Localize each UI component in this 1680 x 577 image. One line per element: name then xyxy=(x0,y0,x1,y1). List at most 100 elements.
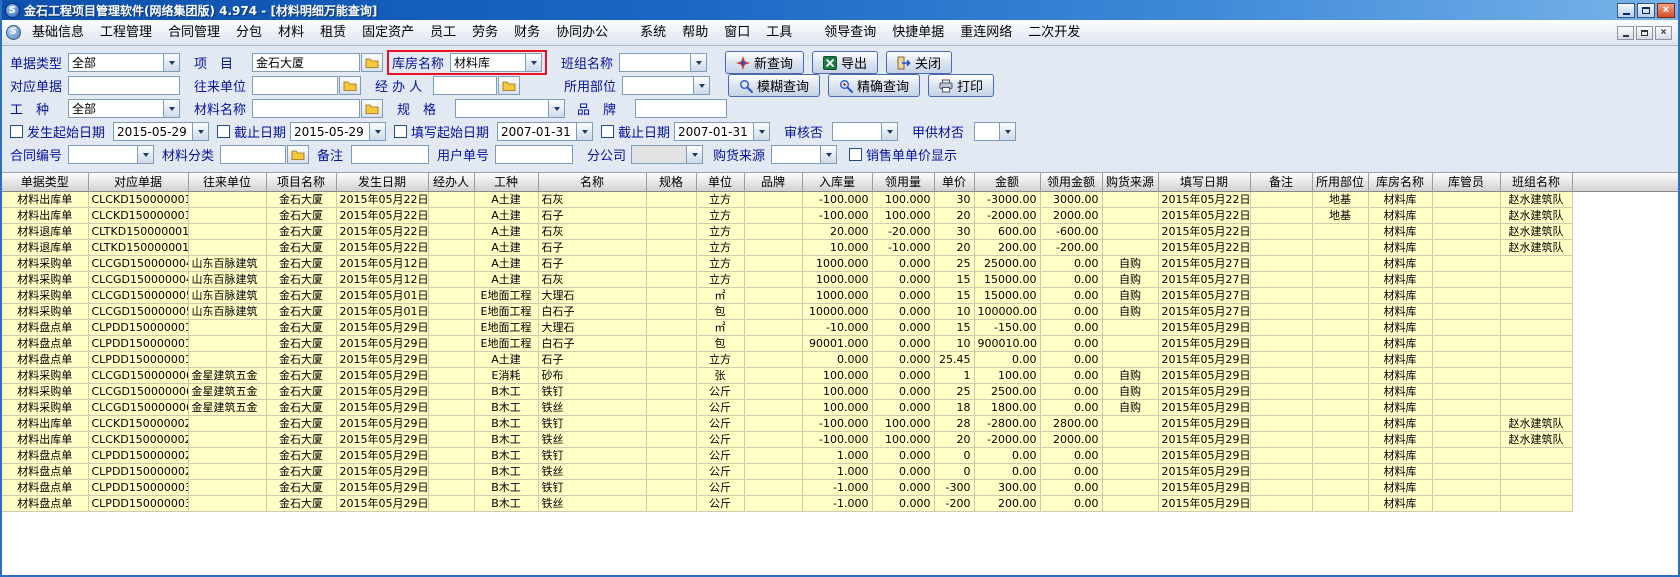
table-row[interactable]: 材料采购单CLCGD150000005山东百脉建筑金石大厦2015年05月01日… xyxy=(2,287,1678,303)
occur-end-checkbox[interactable] xyxy=(217,125,230,138)
material-category-input[interactable] xyxy=(220,145,286,164)
occur-start-date[interactable]: 2015-05-29 xyxy=(113,122,209,141)
user-doc-no-input[interactable] xyxy=(495,145,573,164)
column-header[interactable]: 库房名称 xyxy=(1368,173,1432,191)
child-minimize-button[interactable] xyxy=(1617,26,1634,40)
table-row[interactable]: 材料采购单CLCGD150000006金星建筑五金金石大厦2015年05月29日… xyxy=(2,367,1678,383)
vendor-input[interactable] xyxy=(252,76,338,95)
column-header[interactable]: 金额 xyxy=(974,173,1040,191)
contract-no-select[interactable] xyxy=(68,145,154,164)
table-row[interactable]: 材料出库单CLCKD150000002金石大厦2015年05月29日B木工铁钉公… xyxy=(2,415,1678,431)
occur-end-date[interactable]: 2015-05-29 xyxy=(290,122,386,141)
menu-item[interactable]: 系统 xyxy=(632,21,674,45)
close-button[interactable]: × xyxy=(1657,3,1675,18)
menu-item[interactable]: 劳务 xyxy=(464,21,506,45)
corresponding-doc-input[interactable] xyxy=(68,76,180,95)
menu-item[interactable]: 帮助 xyxy=(674,21,716,45)
doc-type-select[interactable]: 全部 xyxy=(68,53,180,72)
menu-item[interactable]: 合同管理 xyxy=(160,21,228,45)
menu-item[interactable]: 领导查询 xyxy=(816,21,884,45)
child-close-button[interactable]: × xyxy=(1655,26,1672,40)
column-header[interactable]: 入库量 xyxy=(802,173,872,191)
column-header[interactable]: 经办人 xyxy=(428,173,474,191)
new-query-button[interactable]: 新查询 xyxy=(725,51,804,74)
menu-item[interactable]: 财务 xyxy=(506,21,548,45)
handler-lookup-button[interactable] xyxy=(498,76,520,95)
purchase-source-select[interactable] xyxy=(771,145,837,164)
child-restore-button[interactable] xyxy=(1636,26,1653,40)
menu-item[interactable]: 员工 xyxy=(422,21,464,45)
menu-item[interactable]: 材料 xyxy=(270,21,312,45)
column-header[interactable]: 单位 xyxy=(696,173,744,191)
column-header[interactable]: 购货来源 xyxy=(1102,173,1158,191)
team-select[interactable] xyxy=(619,53,707,72)
table-row[interactable]: 材料退库单CLTKD150000001金石大厦2015年05月22日A土建石灰立… xyxy=(2,223,1678,239)
column-header[interactable]: 班组名称 xyxy=(1500,173,1572,191)
table-row[interactable]: 材料出库单CLCKD150000001金石大厦2015年05月22日A土建石子立… xyxy=(2,207,1678,223)
menu-item[interactable]: 工具 xyxy=(758,21,800,45)
owner-supply-select[interactable] xyxy=(974,122,1016,141)
sales-unit-price-checkbox[interactable] xyxy=(849,148,862,161)
column-header[interactable]: 对应单据 xyxy=(88,173,188,191)
table-row[interactable]: 材料出库单CLCKD150000002金石大厦2015年05月29日B木工铁丝公… xyxy=(2,431,1678,447)
table-row[interactable]: 材料出库单CLCKD150000001金石大厦2015年05月22日A土建石灰立… xyxy=(2,191,1678,207)
table-row[interactable]: 材料采购单CLCGD150000006金星建筑五金金石大厦2015年05月29日… xyxy=(2,383,1678,399)
project-input[interactable] xyxy=(252,53,360,72)
branch-select[interactable] xyxy=(631,145,703,164)
table-row[interactable]: 材料采购单CLCGD150000006金星建筑五金金石大厦2015年05月29日… xyxy=(2,399,1678,415)
close-query-button[interactable]: 关闭 xyxy=(886,51,952,74)
column-header[interactable]: 单价 xyxy=(934,173,974,191)
export-button[interactable]: 导出 xyxy=(812,51,878,74)
remark-input[interactable] xyxy=(351,145,429,164)
column-header[interactable]: 填写日期 xyxy=(1158,173,1250,191)
menu-item[interactable]: 快捷单据 xyxy=(884,21,952,45)
fill-start-checkbox[interactable] xyxy=(394,125,407,138)
table-row[interactable]: 材料盘点单CLPDD150000002金石大厦2015年05月29日B木工铁钉公… xyxy=(2,447,1678,463)
column-header[interactable]: 工种 xyxy=(474,173,538,191)
column-header[interactable]: 品牌 xyxy=(744,173,802,191)
column-header[interactable]: 领用量 xyxy=(872,173,934,191)
maximize-button[interactable] xyxy=(1637,3,1655,18)
table-row[interactable]: 材料采购单CLCGD150000004山东百脉建筑金石大厦2015年05月12日… xyxy=(2,271,1678,287)
table-row[interactable]: 材料盘点单CLPDD150000001金石大厦2015年05月29日E地面工程大… xyxy=(2,319,1678,335)
material-name-lookup-button[interactable] xyxy=(361,99,383,118)
column-header[interactable]: 备注 xyxy=(1250,173,1312,191)
work-type-select[interactable]: 全部 xyxy=(68,99,180,118)
minimize-button[interactable] xyxy=(1617,3,1635,18)
menu-item[interactable]: 工程管理 xyxy=(92,21,160,45)
occur-start-checkbox[interactable] xyxy=(10,125,23,138)
spec-select[interactable] xyxy=(455,99,565,118)
material-category-lookup-button[interactable] xyxy=(287,145,309,164)
column-header[interactable]: 库管员 xyxy=(1432,173,1500,191)
brand-input[interactable] xyxy=(635,99,727,118)
project-lookup-button[interactable] xyxy=(361,53,383,72)
fuzzy-query-button[interactable]: 模糊查询 xyxy=(728,74,820,97)
column-header[interactable]: 名称 xyxy=(538,173,646,191)
menu-item[interactable]: 租赁 xyxy=(312,21,354,45)
menu-item[interactable]: 窗口 xyxy=(716,21,758,45)
menu-item[interactable]: 协同办公 xyxy=(548,21,616,45)
menu-item[interactable]: 重连网络 xyxy=(952,21,1020,45)
handler-input[interactable] xyxy=(433,76,497,95)
warehouse-select[interactable]: 材料库 xyxy=(450,53,542,72)
print-button[interactable]: 打印 xyxy=(928,74,994,97)
column-header[interactable]: 单据类型 xyxy=(2,173,88,191)
menu-item[interactable]: 分包 xyxy=(228,21,270,45)
menu-item[interactable]: 固定资产 xyxy=(354,21,422,45)
material-name-input[interactable] xyxy=(252,99,360,118)
column-header[interactable]: 所用部位 xyxy=(1312,173,1368,191)
fill-start-date[interactable]: 2007-01-31 xyxy=(497,122,593,141)
fill-end-date[interactable]: 2007-01-31 xyxy=(674,122,770,141)
column-header[interactable]: 项目名称 xyxy=(266,173,336,191)
table-row[interactable]: 材料退库单CLTKD150000001金石大厦2015年05月22日A土建石子立… xyxy=(2,239,1678,255)
table-row[interactable]: 材料盘点单CLPDD150000003金石大厦2015年05月29日B木工铁丝公… xyxy=(2,495,1678,511)
table-row[interactable]: 材料采购单CLCGD150000004山东百脉建筑金石大厦2015年05月12日… xyxy=(2,255,1678,271)
table-row[interactable]: 材料盘点单CLPDD150000001金石大厦2015年05月29日A土建石子立… xyxy=(2,351,1678,367)
table-row[interactable]: 材料盘点单CLPDD150000001金石大厦2015年05月29日E地面工程白… xyxy=(2,335,1678,351)
vendor-lookup-button[interactable] xyxy=(339,76,361,95)
usage-part-select[interactable] xyxy=(622,76,710,95)
table-row[interactable]: 材料盘点单CLPDD150000003金石大厦2015年05月29日B木工铁钉公… xyxy=(2,479,1678,495)
column-header[interactable]: 往来单位 xyxy=(188,173,266,191)
exact-query-button[interactable]: 精确查询 xyxy=(828,74,920,97)
menu-item[interactable]: 二次开发 xyxy=(1020,21,1088,45)
